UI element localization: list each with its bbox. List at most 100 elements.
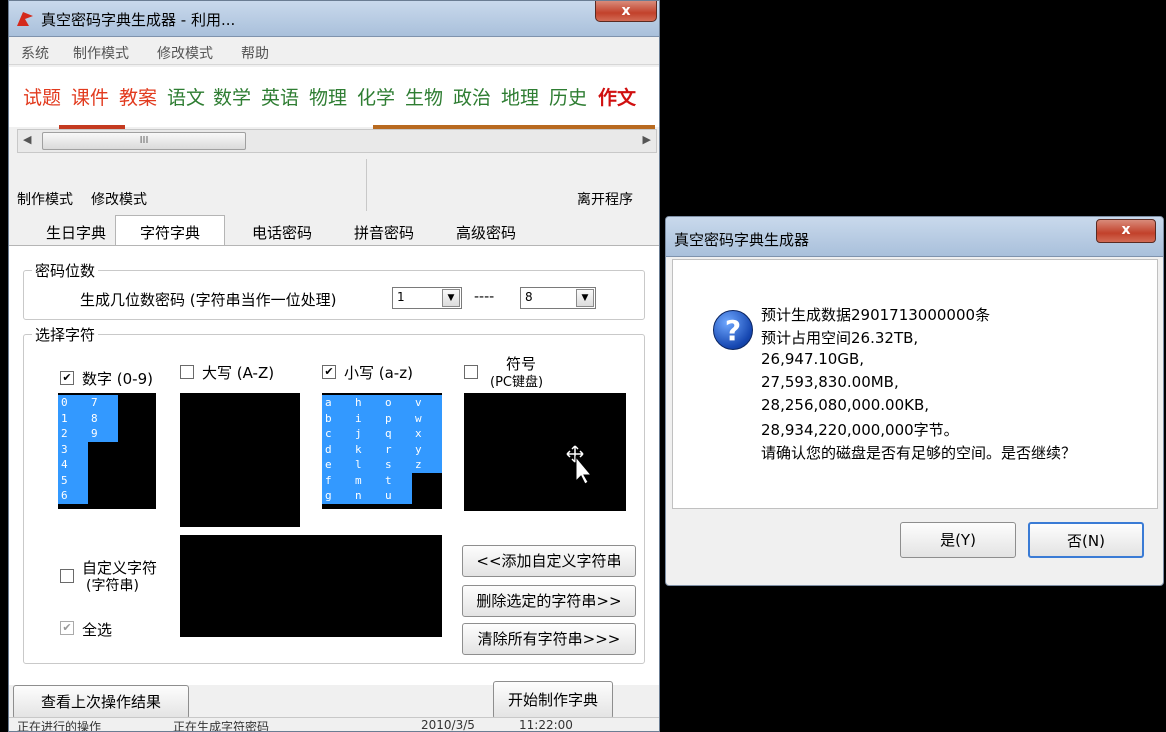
app-icon	[17, 12, 33, 26]
list-item[interactable]: t	[382, 472, 412, 488]
list-item[interactable]: 0	[58, 395, 88, 411]
list-item[interactable]: z	[412, 457, 442, 473]
list-item[interactable]: v	[412, 395, 442, 411]
list-item[interactable]: y	[412, 441, 442, 457]
list-item[interactable]: o	[382, 395, 412, 411]
tab-phone[interactable]: 电话密码	[237, 219, 327, 245]
list-item[interactable]: e	[322, 457, 352, 473]
subject-link[interactable]: 语文	[167, 83, 205, 110]
list-item[interactable]: f	[322, 472, 352, 488]
list-item[interactable]: q	[382, 426, 412, 442]
message-line: 预计占用空间26.32TB,	[761, 329, 919, 347]
tab-charset[interactable]: 字符字典	[115, 215, 225, 247]
list-item[interactable]: w	[412, 410, 442, 426]
list-item[interactable]: a	[322, 395, 352, 411]
list-item[interactable]: n	[352, 488, 382, 504]
add-custom-string-button[interactable]: <<添加自定义字符串	[462, 545, 636, 577]
tab-pinyin[interactable]: 拼音密码	[339, 219, 429, 245]
menu-bar: 系统 制作模式 修改模式 帮助	[9, 39, 659, 65]
min-length-select[interactable]: 1 ▼	[392, 287, 462, 309]
status-detail: 正在生成字符密码	[173, 720, 270, 732]
custom-string-listbox[interactable]	[180, 535, 442, 637]
subject-link[interactable]: 地理	[501, 83, 539, 110]
uppercase-label: 大写 (A-Z)	[202, 364, 275, 382]
subject-link[interactable]: 试题	[23, 83, 61, 110]
start-build-dictionary-button[interactable]: 开始制作字典	[493, 681, 613, 719]
digits-checkbox[interactable]: ✔	[60, 371, 74, 385]
subject-link[interactable]: 化学	[357, 83, 395, 110]
edit-mode-link[interactable]: 修改模式	[91, 189, 147, 209]
yes-button[interactable]: 是(Y)	[900, 522, 1016, 558]
view-last-result-button[interactable]: 查看上次操作结果	[13, 685, 189, 719]
subject-link[interactable]: 课件	[71, 83, 109, 110]
list-item[interactable]: j	[352, 426, 382, 442]
horizontal-scrollbar[interactable]: ◀ III ▶	[17, 129, 657, 153]
scroll-left-icon[interactable]: ◀	[23, 133, 31, 146]
lowercase-listbox[interactable]: a b c d e f g h i j k l m n o p q r s t …	[322, 393, 442, 509]
scroll-thumb[interactable]: III	[42, 132, 246, 150]
menu-system[interactable]: 系统	[21, 43, 49, 63]
scroll-right-icon[interactable]: ▶	[643, 133, 651, 146]
subject-link[interactable]: 政治	[453, 83, 491, 110]
list-item[interactable]: 4	[58, 457, 88, 473]
exit-link[interactable]: 离开程序	[577, 189, 633, 209]
chevron-down-icon[interactable]: ▼	[576, 289, 594, 307]
message-line: 28,934,220,000,000字节。	[761, 421, 959, 439]
subject-link[interactable]: 教案	[119, 83, 157, 110]
chevron-down-icon[interactable]: ▼	[442, 289, 460, 307]
symbols-listbox[interactable]	[464, 393, 626, 511]
no-button[interactable]: 否(N)	[1028, 522, 1144, 558]
uppercase-listbox[interactable]	[180, 393, 300, 527]
close-button[interactable]: x	[595, 1, 657, 22]
lowercase-checkbox[interactable]: ✔	[322, 365, 336, 379]
list-item[interactable]: x	[412, 426, 442, 442]
list-item[interactable]: 3	[58, 441, 88, 457]
max-length-select[interactable]: 8 ▼	[520, 287, 596, 309]
list-item[interactable]: u	[382, 488, 412, 504]
list-item[interactable]: 6	[58, 488, 88, 504]
menu-edit-mode[interactable]: 修改模式	[157, 43, 213, 63]
clear-all-strings-button[interactable]: 清除所有字符串>>>	[462, 623, 636, 655]
list-item[interactable]: 7	[88, 395, 118, 411]
list-item[interactable]: 8	[88, 410, 118, 426]
list-item[interactable]: k	[352, 441, 382, 457]
list-item[interactable]: 9	[88, 426, 118, 442]
subject-link[interactable]: 历史	[549, 83, 587, 110]
close-icon: x	[621, 3, 631, 19]
delete-selected-string-button[interactable]: 删除选定的字符串>>	[462, 585, 636, 617]
list-item[interactable]: r	[382, 441, 412, 457]
uppercase-checkbox[interactable]	[180, 365, 194, 379]
list-item[interactable]: s	[382, 457, 412, 473]
select-all-checkbox[interactable]: ✔	[60, 621, 74, 635]
dialog-close-button[interactable]: x	[1096, 219, 1156, 243]
menu-help[interactable]: 帮助	[241, 43, 269, 63]
subject-link[interactable]: 作文	[598, 83, 636, 110]
digits-listbox[interactable]: 0 1 2 3 4 5 6 7 8 9	[58, 393, 156, 509]
subject-link[interactable]: 生物	[405, 83, 443, 110]
list-item[interactable]: l	[352, 457, 382, 473]
subject-link[interactable]: 物理	[309, 83, 347, 110]
subject-link[interactable]: 英语	[261, 83, 299, 110]
list-item[interactable]: g	[322, 488, 352, 504]
main-titlebar[interactable]: 真空密码字典生成器 - 利用... x	[9, 1, 659, 37]
tab-advanced[interactable]: 高级密码	[441, 219, 531, 245]
list-item[interactable]: 5	[58, 472, 88, 488]
custom-string-checkbox[interactable]	[60, 569, 74, 583]
dialog-titlebar[interactable]: 真空密码字典生成器 x	[666, 217, 1163, 257]
list-item[interactable]: d	[322, 441, 352, 457]
charset-group: 选择字符 ✔ 数字 (0-9) 大写 (A-Z) ✔ 小写 (a-z) 符号 (…	[23, 324, 645, 664]
confirm-dialog: 真空密码字典生成器 x ? 预计生成数据2901713000000条 预计占用空…	[665, 216, 1164, 586]
list-item[interactable]: b	[322, 410, 352, 426]
list-item[interactable]: 1	[58, 410, 88, 426]
tab-birthday[interactable]: 生日字典	[33, 219, 119, 245]
list-item[interactable]: m	[352, 472, 382, 488]
list-item[interactable]: h	[352, 395, 382, 411]
list-item[interactable]: i	[352, 410, 382, 426]
list-item[interactable]: p	[382, 410, 412, 426]
list-item[interactable]: 2	[58, 426, 88, 442]
list-item[interactable]: c	[322, 426, 352, 442]
symbols-checkbox[interactable]	[464, 365, 478, 379]
make-mode-link[interactable]: 制作模式	[17, 189, 73, 209]
menu-make-mode[interactable]: 制作模式	[73, 43, 129, 63]
subject-link[interactable]: 数学	[213, 83, 251, 110]
